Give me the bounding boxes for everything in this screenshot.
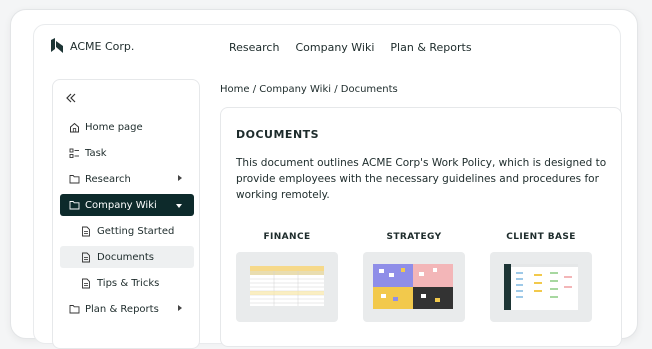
sidebar-item-documents[interactable]: Documents [60,246,194,268]
sidebar-item-label: Home page [85,121,143,133]
document-icon [80,225,92,237]
page-description: This document outlines ACME Corp's Work … [236,157,607,201]
sidebar-item-label: Company Wiki [85,199,157,211]
sidebar-item-company-wiki[interactable]: Company Wiki [60,194,194,216]
card-label-finance: FINANCE [263,232,311,242]
app-window: ACME Corp. Research Company Wiki Plan & … [10,9,638,349]
nav-company-wiki[interactable]: Company Wiki [295,41,374,54]
main-content: DOCUMENTS This document outlines ACME Co… [220,107,622,347]
finance-thumbnail[interactable] [236,252,338,322]
sidebar-item-home[interactable]: Home page [60,116,194,138]
app-frame: ACME Corp. Research Company Wiki Plan & … [33,24,622,349]
page-title: DOCUMENTS [236,128,320,141]
sidebar-item-label: Tips & Tricks [97,277,160,289]
folder-icon [68,303,80,315]
double-chevron-left-icon[interactable] [66,92,76,106]
sidebar-item-label: Plan & Reports [85,303,159,315]
folder-icon [68,199,80,211]
home-icon [68,121,80,133]
acme-logo-icon [51,38,63,53]
sidebar-item-tips-tricks[interactable]: Tips & Tricks [60,272,194,294]
folder-icon [68,173,80,185]
chevron-down-icon[interactable] [176,204,182,208]
brand-logo[interactable]: ACME Corp. [50,38,134,54]
nav-research[interactable]: Research [229,41,279,54]
sidebar: Home page Task Research Company Wiki Get… [52,79,200,349]
sidebar-item-label: Documents [97,251,155,263]
whiteboard-thumbnail-image [373,264,453,309]
chevron-right-icon[interactable] [178,175,182,181]
breadcrumb[interactable]: Home / Company Wiki / Documents [220,84,398,95]
spreadsheet-thumbnail-image [250,266,324,306]
nav-plan-reports[interactable]: Plan & Reports [390,41,471,54]
document-icon [80,277,92,289]
sidebar-item-plan-reports[interactable]: Plan & Reports [60,298,194,320]
sidebar-item-label: Getting Started [97,225,175,237]
card-label-strategy: STRATEGY [386,232,442,242]
sidebar-item-label: Task [85,147,107,159]
brand-name: ACME Corp. [70,39,135,53]
sidebar-item-research[interactable]: Research [60,168,194,190]
card-label-client-base: CLIENT BASE [506,232,576,242]
sidebar-item-getting-started[interactable]: Getting Started [60,220,194,242]
top-nav: Research Company Wiki Plan & Reports [229,41,472,54]
checklist-icon [68,147,80,159]
strategy-thumbnail[interactable] [363,252,465,322]
sidebar-item-label: Research [85,173,131,185]
chevron-right-icon[interactable] [178,305,182,311]
board-thumbnail-image [504,264,578,310]
document-icon [80,251,92,263]
top-bar: ACME Corp. Research Company Wiki Plan & … [34,25,622,71]
sidebar-item-task[interactable]: Task [60,142,194,164]
client-base-thumbnail[interactable] [490,252,592,322]
